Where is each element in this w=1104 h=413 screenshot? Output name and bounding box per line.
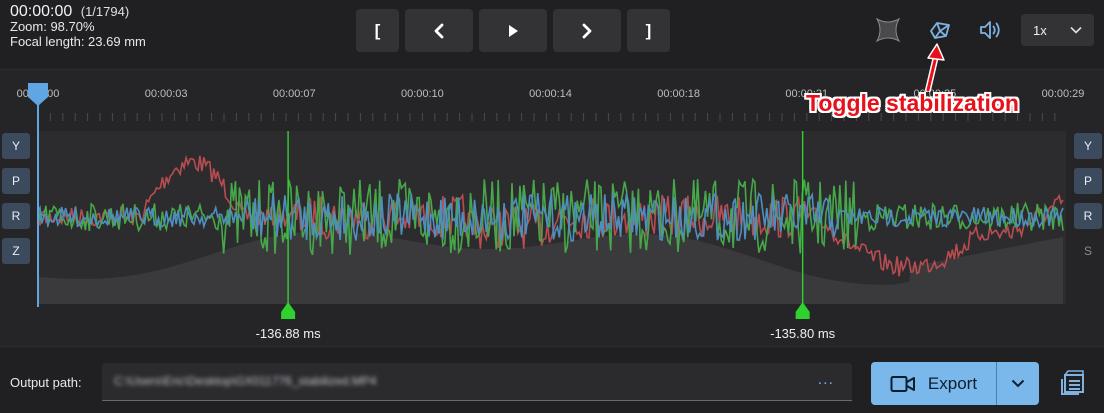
export-button[interactable]: Export [871,362,996,405]
frame-counter: (1/1794) [80,4,130,19]
zoom-readout: Zoom: 98.70% [10,19,95,34]
video-camera-icon [890,375,915,392]
output-path-value[interactable]: C:\Users\Eric\Desktop\GX011776_stabilize… [114,374,377,388]
right-axis-toggle-r[interactable]: R [1074,203,1102,229]
mark-out-button[interactable]: ] [627,9,670,52]
output-path-label: Output path: [10,375,82,390]
export-split-button[interactable]: Export [871,362,1039,405]
left-axis-toggle-r[interactable]: R [2,203,30,229]
browse-button[interactable]: ... [818,371,834,389]
annotation-label: Toggle stabilization [806,90,1019,116]
output-path-field[interactable]: C:\Users\Eric\Desktop\GX011776_stabilize… [102,363,852,401]
previous-frame-button[interactable] [405,9,473,52]
chevron-right-icon [582,23,592,38]
speaker-icon [980,21,1000,39]
chevron-left-icon [434,23,444,38]
play-button[interactable] [479,9,547,52]
left-axis-toggle-p[interactable]: P [2,168,30,194]
lens-distortion-button[interactable] [872,14,904,46]
sync-offset-label: -136.88 ms [255,326,321,341]
playback-speed-value: 1x [1033,22,1047,38]
next-frame-button[interactable] [553,9,621,52]
timecode: 00:00:00 [10,3,73,20]
mark-in-button[interactable]: [ [356,9,399,52]
chevron-down-icon [1070,26,1082,34]
mark-in-label: [ [374,20,381,40]
playback-info: 00:00:00 (1/1794) Zoom: 98.70% Focal len… [10,3,146,50]
right-axis-toggle-y[interactable]: Y [1074,133,1102,159]
left-axis-toggle-z[interactable]: Z [2,238,30,264]
volume-button[interactable] [975,14,1007,46]
mark-out-label: ] [645,20,652,40]
playhead-handle[interactable] [28,83,48,106]
render-queue-icon [1061,370,1084,395]
right-axis-toggle-p[interactable]: P [1074,168,1102,194]
play-icon [509,24,518,37]
sync-offset-label: -135.80 ms [770,326,836,341]
focal-length-readout: Focal length: 23.69 mm [10,34,146,49]
left-axis-toggle-y[interactable]: Y [2,133,30,159]
right-axis-toggle-s[interactable]: S [1074,238,1102,264]
lens-distortion-icon [875,17,901,43]
export-label: Export [927,373,978,393]
playback-speed-select[interactable]: 1x [1021,14,1094,46]
export-options-button[interactable] [997,362,1039,405]
render-queue-button[interactable] [1057,367,1089,399]
chevron-down-icon [1011,379,1025,388]
annotation-arrow [925,43,945,92]
